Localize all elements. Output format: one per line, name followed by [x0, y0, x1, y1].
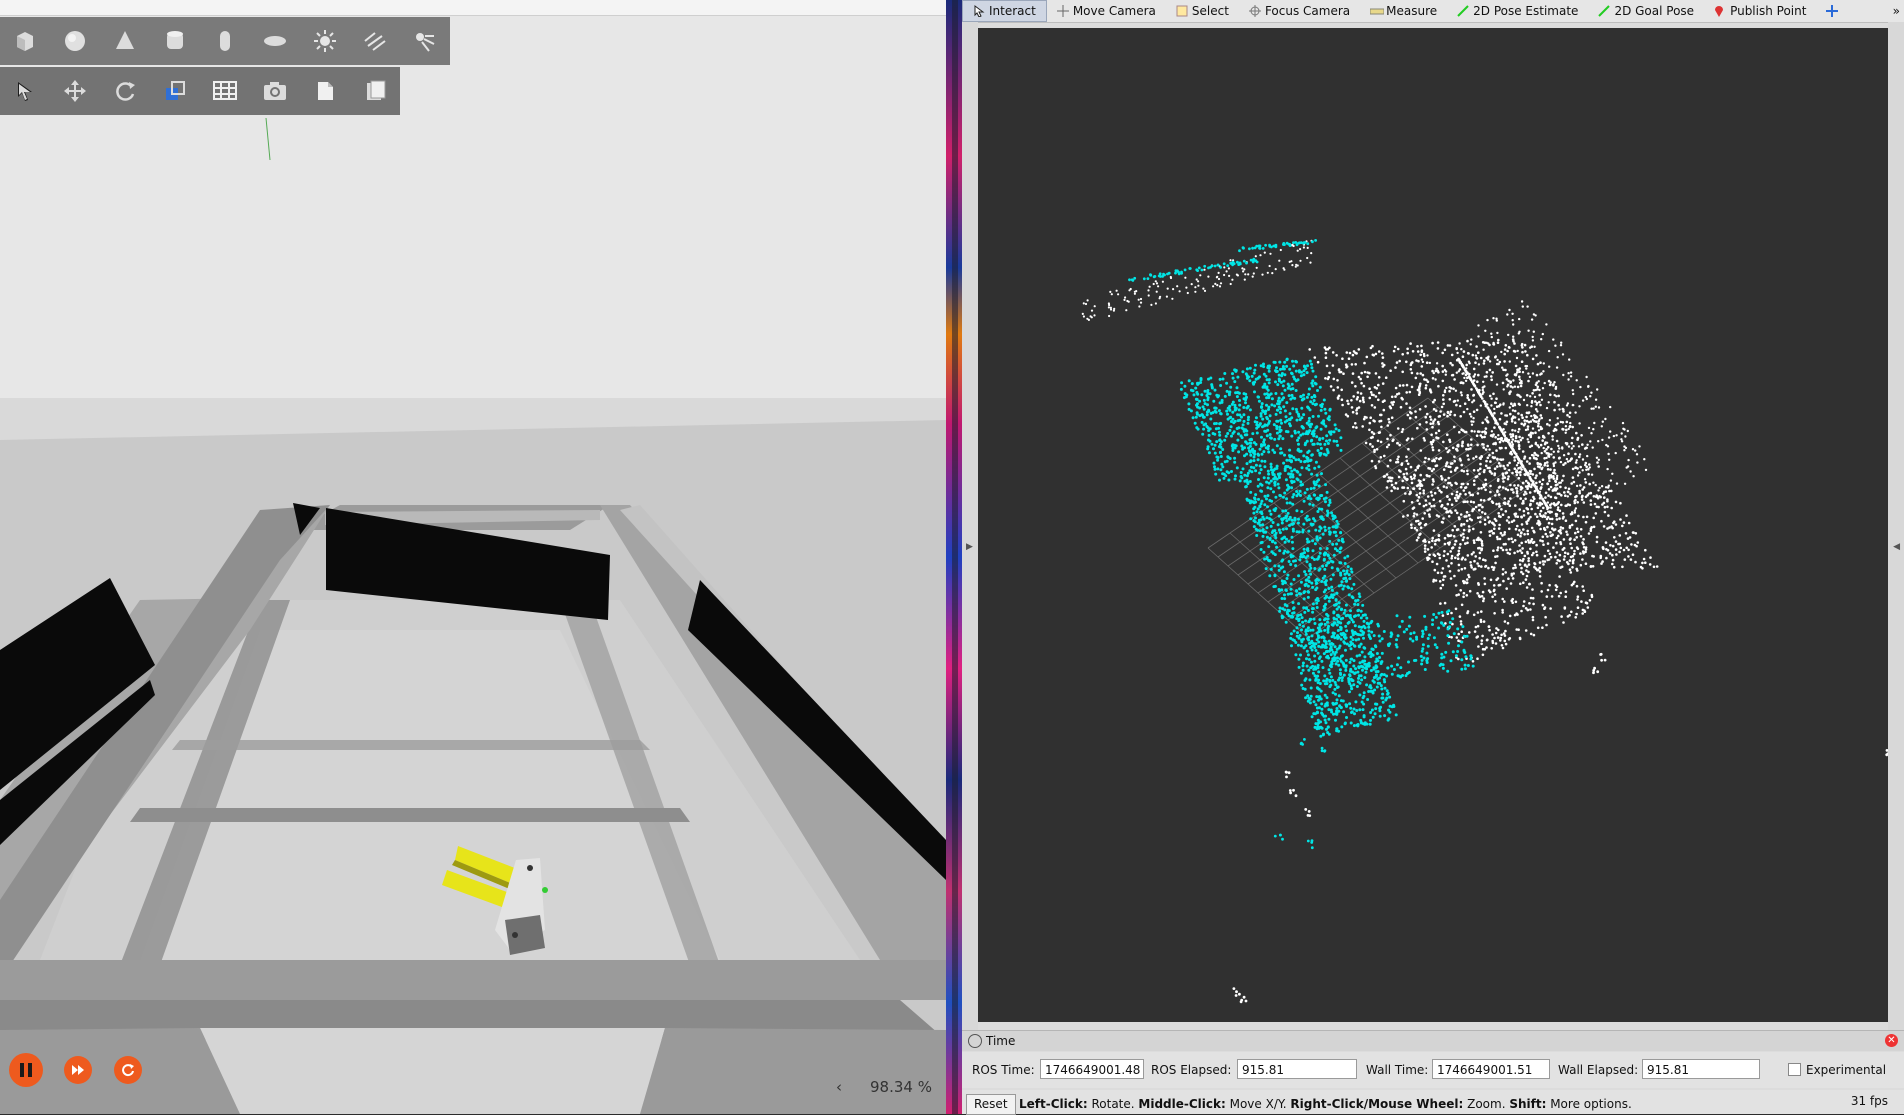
collapse-arrow-icon[interactable]: ‹ — [836, 1078, 842, 1096]
reset-world-button[interactable] — [114, 1056, 142, 1084]
hint-key: Middle-Click: — [1138, 1097, 1225, 1111]
select-arrow-icon[interactable] — [0, 67, 50, 115]
tool-interact[interactable]: Interact — [962, 0, 1047, 22]
hint-text: More options. — [1546, 1097, 1631, 1111]
gazebo-3d-scene[interactable] — [0, 0, 946, 1114]
tool-label: Measure — [1386, 4, 1437, 18]
ros-time-field[interactable]: 1746649001.48 — [1040, 1059, 1144, 1079]
expand-right-icon: ◀ — [1893, 542, 1900, 552]
expand-left-icon: ▶ — [966, 542, 973, 552]
wall-time-label: Wall Time: — [1366, 1063, 1428, 1077]
tool-measure[interactable]: Measure — [1360, 0, 1447, 22]
tool-label: Interact — [989, 4, 1036, 18]
wall-elapsed-field[interactable]: 915.81 — [1642, 1059, 1760, 1079]
ros-elapsed-field[interactable]: 915.81 — [1237, 1059, 1357, 1079]
time-panel: ROS Time: 1746649001.48 ROS Elapsed: 915… — [962, 1052, 1904, 1088]
clock-icon — [968, 1034, 982, 1048]
hint-text: Rotate. — [1088, 1097, 1139, 1111]
hint-text: Move X/Y. — [1226, 1097, 1291, 1111]
focus-camera-icon — [1249, 5, 1261, 17]
step-forward-icon — [71, 1064, 85, 1076]
rviz-toolbar: Interact Move Camera Select Focus Camera… — [962, 0, 1904, 23]
tool-label: Focus Camera — [1265, 4, 1350, 18]
tool-focus-camera[interactable]: Focus Camera — [1239, 0, 1360, 22]
hint-text: Zoom. — [1463, 1097, 1509, 1111]
left-dock-collapse[interactable]: ▶ — [962, 22, 978, 1032]
ros-elapsed-label: ROS Elapsed: — [1151, 1063, 1231, 1077]
point-cloud — [978, 28, 1888, 1022]
snap-grid-icon[interactable] — [200, 67, 250, 115]
hint-key: Left-Click: — [1019, 1097, 1088, 1111]
move-camera-icon — [1057, 5, 1069, 17]
gazebo-title-strip — [0, 0, 946, 16]
interact-icon — [973, 5, 985, 17]
gazebo-tools-toolbar — [0, 67, 400, 115]
wall-elapsed-label: Wall Elapsed: — [1558, 1063, 1638, 1077]
tool-2d-pose-estimate[interactable]: 2D Pose Estimate — [1447, 0, 1588, 22]
pause-button[interactable] — [9, 1053, 43, 1087]
experimental-label: Experimental — [1806, 1063, 1886, 1077]
wall-time-field[interactable]: 1746649001.51 — [1432, 1059, 1550, 1079]
plus-icon — [1826, 5, 1838, 17]
ellipsoid-icon[interactable] — [250, 17, 300, 65]
time-panel-header: Time ✕ — [962, 1030, 1904, 1051]
tool-label: 2D Goal Pose — [1614, 4, 1694, 18]
rviz-3d-view[interactable] — [978, 28, 1888, 1022]
rviz-window: Interact Move Camera Select Focus Camera… — [962, 0, 1904, 1114]
tool-2d-goal-pose[interactable]: 2D Goal Pose — [1588, 0, 1704, 22]
sun-light-icon[interactable] — [300, 17, 350, 65]
spot-light-icon[interactable] — [400, 17, 450, 65]
tool-publish-point[interactable]: Publish Point — [1704, 0, 1816, 22]
box-icon[interactable] — [0, 17, 50, 65]
ros-time-label: ROS Time: — [972, 1063, 1035, 1077]
copy-icon[interactable] — [300, 67, 350, 115]
pose-estimate-icon — [1457, 5, 1469, 17]
close-panel-button[interactable]: ✕ — [1885, 1034, 1898, 1047]
camera-icon[interactable] — [250, 67, 300, 115]
scale-icon[interactable] — [150, 67, 200, 115]
step-forward-button[interactable] — [64, 1056, 92, 1084]
goal-pose-icon — [1598, 5, 1610, 17]
add-tool-button[interactable] — [1816, 0, 1848, 22]
tool-label: Move Camera — [1073, 4, 1156, 18]
cylinder-icon[interactable] — [150, 17, 200, 65]
measure-icon — [1370, 5, 1382, 17]
publish-point-icon — [1714, 5, 1726, 17]
window-gap — [952, 0, 958, 1114]
reset-button[interactable]: Reset — [966, 1094, 1016, 1115]
sphere-icon[interactable] — [50, 17, 100, 65]
tool-label: Publish Point — [1730, 4, 1806, 18]
experimental-checkbox[interactable] — [1788, 1063, 1801, 1076]
capsule-icon[interactable] — [200, 17, 250, 65]
pause-icon — [19, 1062, 33, 1078]
select-icon — [1176, 5, 1188, 17]
toolbar-overflow-button[interactable]: » — [1889, 0, 1904, 22]
rotate-icon[interactable] — [100, 67, 150, 115]
fps-counter: 31 fps — [1851, 1094, 1888, 1108]
hint-key: Right-Click/Mouse Wheel: — [1290, 1097, 1463, 1111]
tool-select[interactable]: Select — [1166, 0, 1239, 22]
hint-key: Shift: — [1509, 1097, 1546, 1111]
gazebo-viewport[interactable]: ‹ 98.34 % — [0, 0, 946, 1114]
time-panel-title: Time — [986, 1034, 1015, 1048]
translate-icon[interactable] — [50, 67, 100, 115]
tool-label: Select — [1192, 4, 1229, 18]
right-dock-collapse[interactable]: ◀ — [1888, 22, 1904, 1032]
reset-icon — [121, 1063, 135, 1077]
tool-move-camera[interactable]: Move Camera — [1047, 0, 1166, 22]
gazebo-shapes-toolbar — [0, 17, 450, 65]
mouse-hint: Left-Click: Rotate. Middle-Click: Move X… — [1019, 1097, 1632, 1111]
real-time-factor: 98.34 % — [870, 1078, 932, 1096]
paste-icon[interactable] — [350, 67, 400, 115]
directional-light-icon[interactable] — [350, 17, 400, 65]
status-bar: Reset Left-Click: Rotate. Middle-Click: … — [962, 1090, 1904, 1114]
tool-label: 2D Pose Estimate — [1473, 4, 1578, 18]
cone-icon[interactable] — [100, 17, 150, 65]
